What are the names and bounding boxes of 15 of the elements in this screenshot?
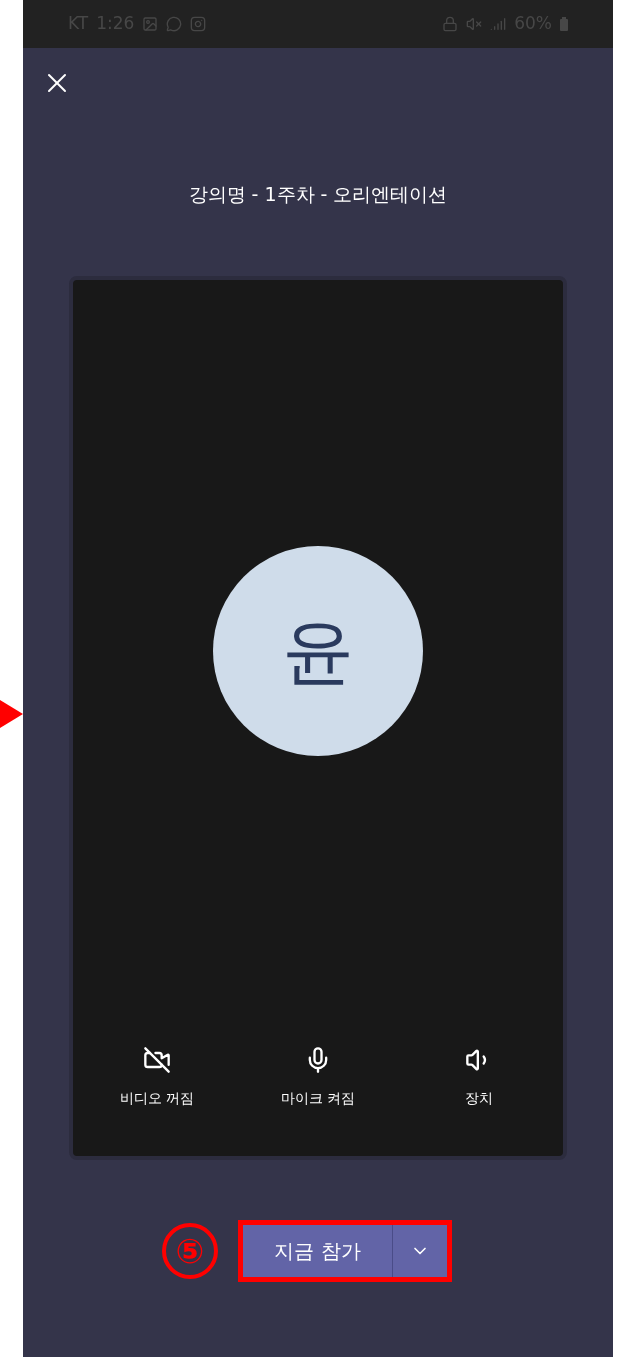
lock-icon [442,16,459,32]
join-now-button[interactable]: 지금 참가 [243,1225,393,1277]
meeting-title: 강의명 - 1주차 - 오리엔테이션 [188,182,448,207]
camera-app-icon [190,16,207,32]
call-option-button[interactable]: 비디오 꺼짐 [107,1046,207,1109]
image-icon [142,16,159,32]
signal-icon [490,16,507,32]
call-option-button[interactable]: 마이크 켜짐 [268,1046,368,1109]
mute-icon [466,16,483,32]
call-option-button[interactable]: 장치 [429,1046,529,1109]
step-number-badge: ⑤ [162,1223,218,1279]
avatar: 윤 [213,546,423,756]
battery-icon [560,17,568,31]
pointer-arrow-icon [0,700,23,728]
chat-icon [166,16,183,32]
